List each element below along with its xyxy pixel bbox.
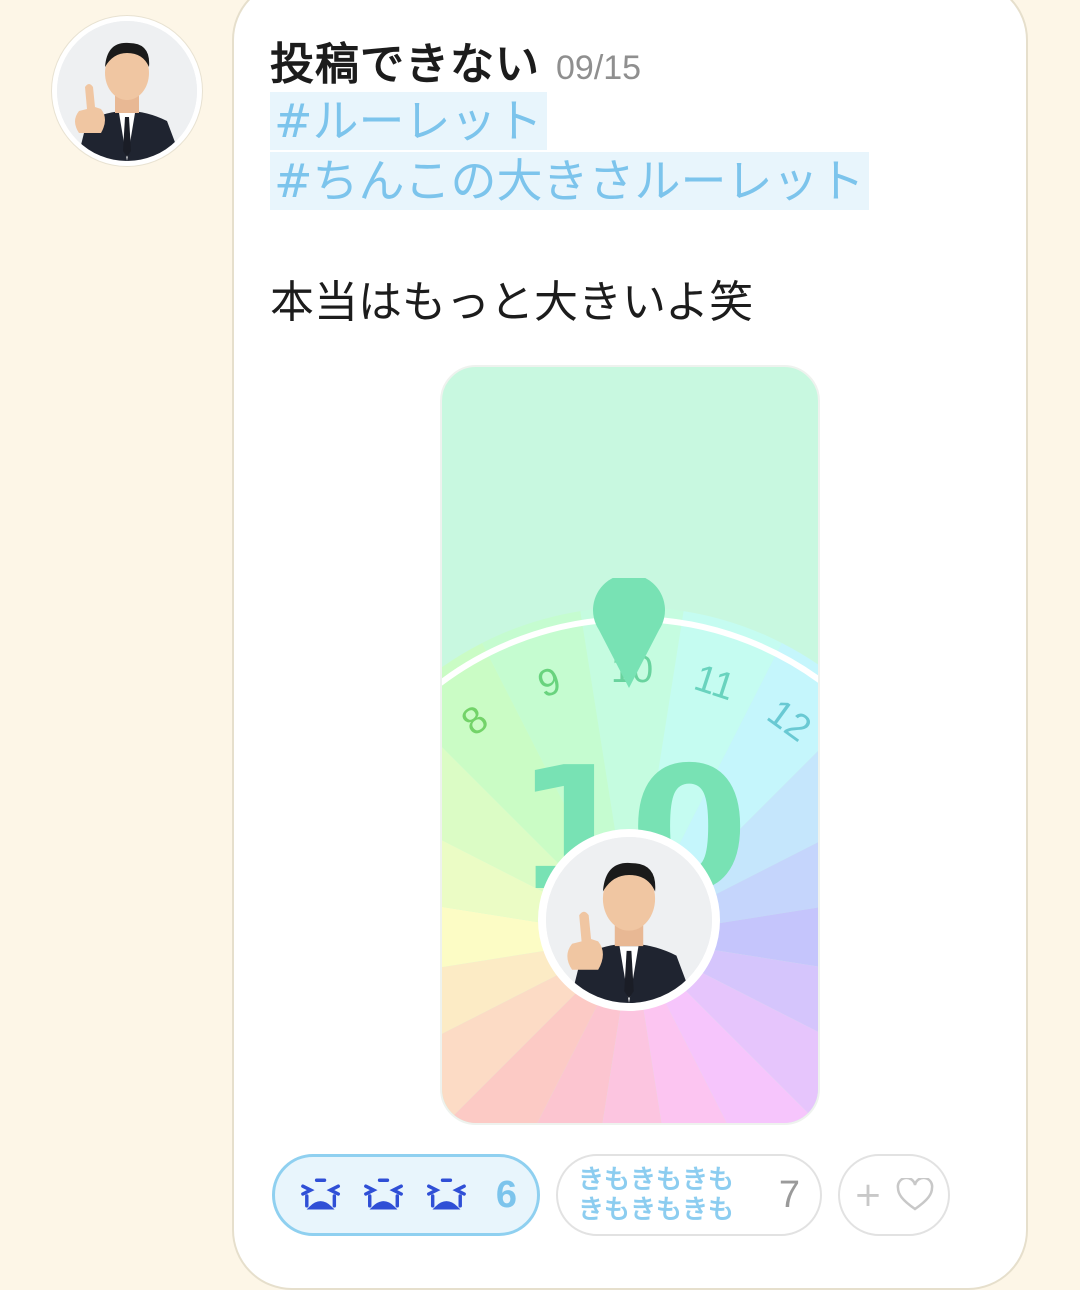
reaction-kimo-count: 7 [778,1173,800,1216]
kimo-line-2: きもきもきも [578,1195,735,1225]
username[interactable]: 投稿できない [270,28,540,92]
hashtag-roulette[interactable]: #ルーレット [270,92,547,150]
hashtag-list: #ルーレット #ちんこの大きさルーレット [270,92,869,212]
roulette-center-avatar [538,829,720,1011]
roulette-pointer-icon [593,578,665,688]
kimo-emoji-text: きもきもきも きもきもきも [578,1165,765,1225]
heart-outline-icon [896,1178,934,1211]
reaction-crying-count: 6 [495,1173,517,1216]
user-avatar[interactable] [52,16,202,166]
kimo-line-1: きもきもきも [578,1165,735,1195]
crying-face-icon [301,1178,466,1210]
roulette-card[interactable]: 789101112131417181920123 10 [440,365,820,1125]
hashtag-size-roulette[interactable]: #ちんこの大きさルーレット [270,152,869,210]
reaction-crying-button[interactable]: 6 [272,1154,540,1236]
reaction-kimo-button[interactable]: きもきもきも きもきもきも 7 [556,1154,822,1236]
post-header: 投稿できない 09/15 [270,28,641,92]
add-reaction-button[interactable]: + [838,1154,950,1236]
reaction-bar: 6 きもきもきも きもきもきも 7 + [272,1154,950,1236]
add-plus-label: + [853,1175,883,1215]
post-date: 09/15 [556,49,642,87]
post-body: 本当はもっと大きいよ笑 [270,277,754,328]
wheel-number-label: 13 [819,751,820,810]
